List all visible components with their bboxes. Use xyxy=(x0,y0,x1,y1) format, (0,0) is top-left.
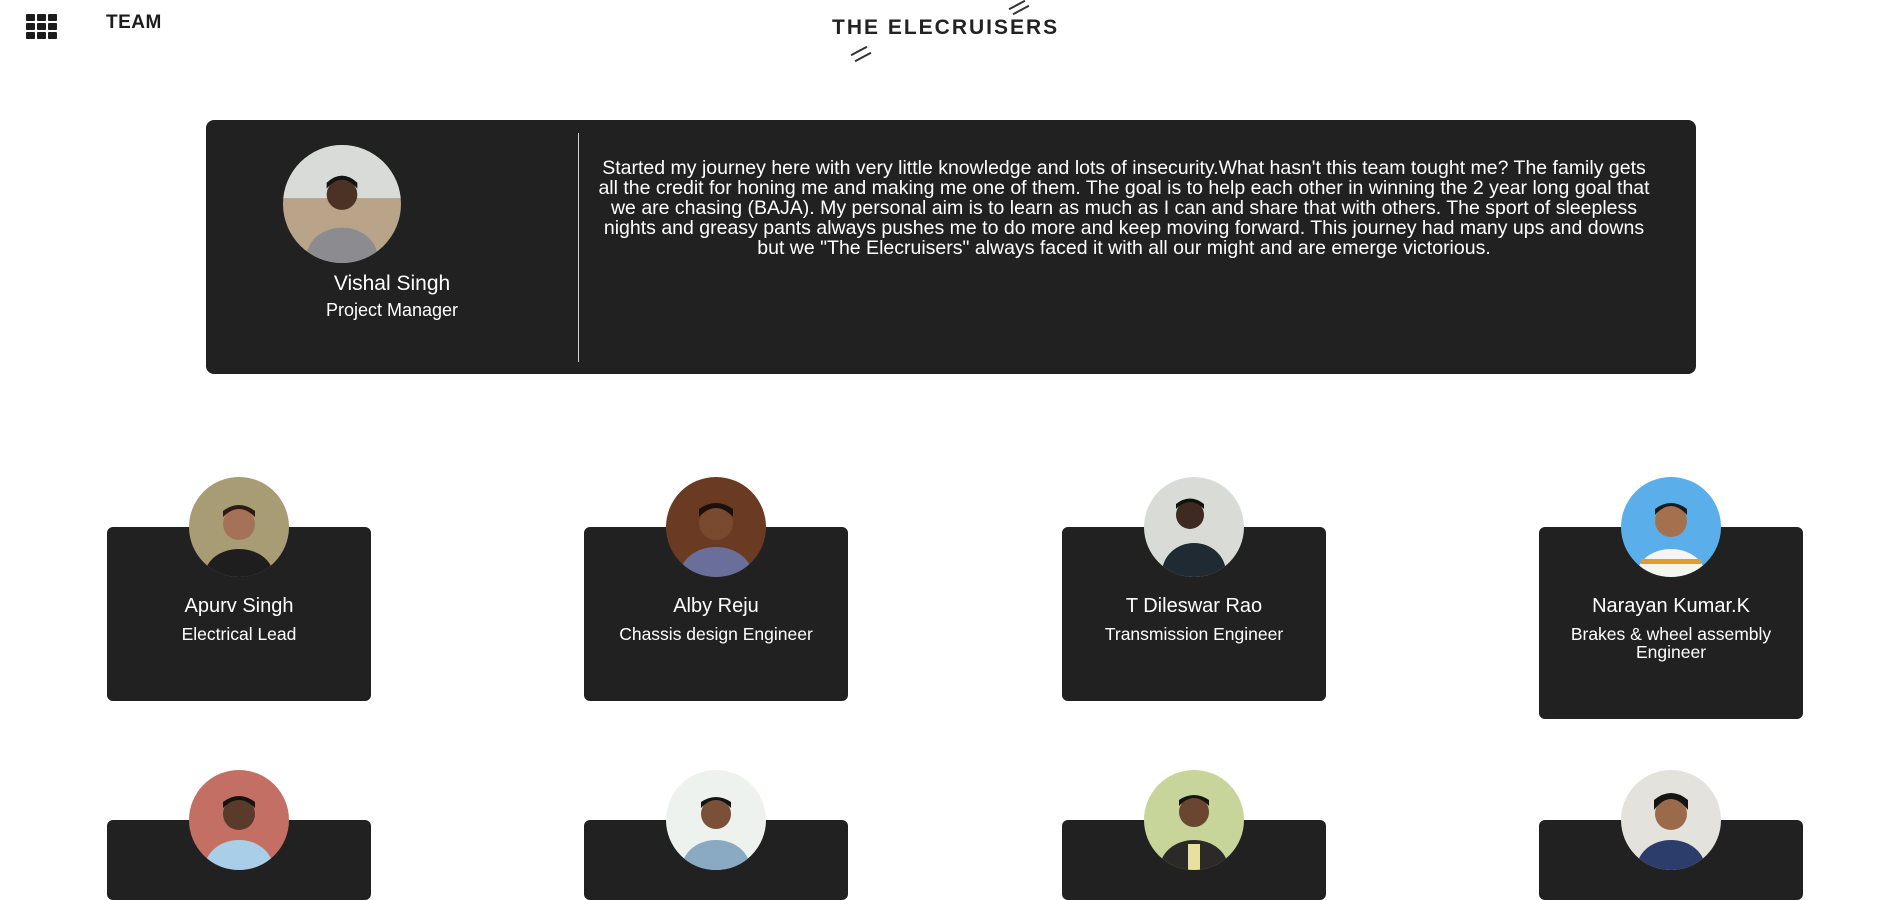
member-role: Chassis design Engineer xyxy=(619,624,813,644)
avatar xyxy=(1621,770,1721,870)
member-name: Vishal Singh xyxy=(333,272,451,295)
nav-title[interactable]: TEAM xyxy=(106,12,162,34)
member-name: T Dileswar Rao xyxy=(1125,595,1263,617)
avatar xyxy=(666,770,766,870)
grid-menu-icon[interactable] xyxy=(26,14,57,40)
member-role: Project Manager xyxy=(325,300,459,320)
avatar xyxy=(666,477,766,577)
logo-slash xyxy=(854,51,872,63)
member-name: Alby Reju xyxy=(673,595,759,617)
avatar xyxy=(283,145,401,263)
member-name: Apurv Singh xyxy=(184,595,294,617)
brand-logo[interactable]: THE ELECRUISERS xyxy=(832,16,1059,40)
member-role: Brakes & wheel assembly Engineer xyxy=(1570,624,1772,662)
member-role: Transmission Engineer xyxy=(1104,624,1284,644)
avatar xyxy=(1621,477,1721,577)
member-role: Electrical Lead xyxy=(181,624,297,644)
member-name: Narayan Kumar.K xyxy=(1592,595,1750,617)
featured-member-card: Vishal Singh Project Manager Started my … xyxy=(206,120,1696,374)
avatar xyxy=(189,770,289,870)
avatar xyxy=(1144,770,1244,870)
avatar xyxy=(1144,477,1244,577)
testimonial-text: Started my journey here with very little… xyxy=(598,157,1650,259)
divider xyxy=(578,133,579,362)
avatar xyxy=(189,477,289,577)
